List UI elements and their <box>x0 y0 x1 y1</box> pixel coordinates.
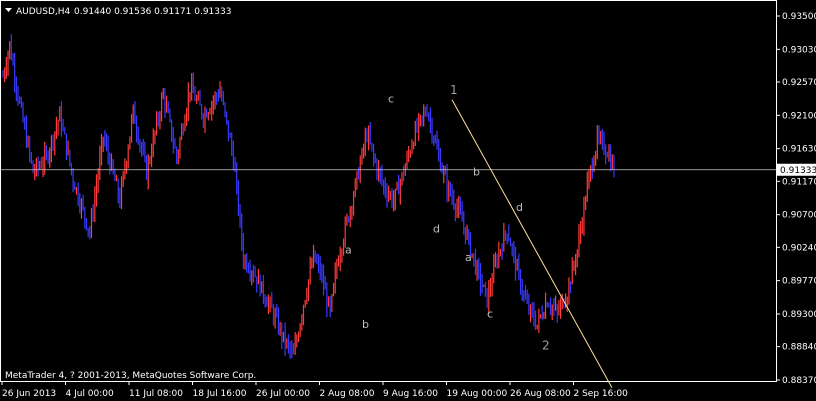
x-tick-label: 11 Jul 08:00 <box>129 389 183 399</box>
price-chart[interactable]: AUDUSD,H4 0.91440 0.91536 0.91171 0.9133… <box>0 0 816 401</box>
y-tick-label: 0.92100 <box>782 111 816 121</box>
wave-label-2: 2 <box>542 338 550 352</box>
chart-menu-triangle-icon[interactable] <box>5 8 12 12</box>
x-tick-label: 2 Aug 08:00 <box>320 389 375 399</box>
y-tick-label: 0.93030 <box>782 45 816 55</box>
price-axis: 0.93500 0.93030 0.92570 0.92100 0.91630 0.911… <box>776 12 816 386</box>
y-tick-label: 0.88840 <box>782 343 816 353</box>
overlay-lines: 0.91333 <box>0 99 816 389</box>
x-tick-label: 19 Aug 00:00 <box>447 389 508 399</box>
wave-label-c: c <box>487 308 493 321</box>
wave-label-1: 1 <box>450 83 458 97</box>
mt4-chart-window[interactable]: AUDUSD,H4 0.91440 0.91536 0.91171 0.9133… <box>0 0 816 401</box>
wave-label-c: c <box>388 93 394 106</box>
trendline <box>451 99 613 389</box>
candles-layer <box>2 34 615 359</box>
wave-label-d: d <box>433 222 440 235</box>
x-tick-label: 26 Jun 2013 <box>2 389 56 399</box>
wave-labels: c 1 a b d b a d c 2 <box>345 83 550 352</box>
copyright-footer: MetaTrader 4, ? 2001-2013, MetaQuotes So… <box>5 371 256 381</box>
y-tick-label: 0.90700 <box>782 211 816 221</box>
y-tick-label: 0.89770 <box>782 277 816 287</box>
symbol-timeframe-label: AUDUSD,H4 <box>16 7 71 17</box>
x-tick-label: 18 Jul 16:00 <box>193 389 247 399</box>
y-tick-label: 0.91630 <box>782 145 816 155</box>
y-tick-label: 0.88370 <box>782 376 816 386</box>
time-axis: 26 Jun 2013 4 Jul 00:00 11 Jul 08:00 18 Jul… <box>1 381 629 399</box>
y-tick-label: 0.93500 <box>782 12 816 22</box>
current-price-label: 0.91333 <box>780 166 816 176</box>
wave-label-a: a <box>345 244 352 257</box>
y-tick-label: 0.89300 <box>782 310 816 320</box>
wave-label-a: a <box>465 251 472 264</box>
y-tick-label: 0.90240 <box>782 243 816 253</box>
x-tick-label: 26 Jul 00:00 <box>256 389 310 399</box>
x-tick-label: 26 Aug 08:00 <box>510 389 571 399</box>
y-tick-label: 0.92570 <box>782 78 816 88</box>
wave-label-b: b <box>362 318 369 331</box>
x-tick-label: 2 Sep 16:00 <box>574 389 629 399</box>
x-tick-label: 4 Jul 00:00 <box>66 389 115 399</box>
x-tick-label: 9 Aug 16:00 <box>383 389 438 399</box>
ohlc-readout: 0.91440 0.91536 0.91171 0.91333 <box>74 7 231 17</box>
wave-label-d: d <box>516 201 523 214</box>
wave-label-b: b <box>473 166 480 179</box>
y-tick-label: 0.91170 <box>782 177 816 187</box>
